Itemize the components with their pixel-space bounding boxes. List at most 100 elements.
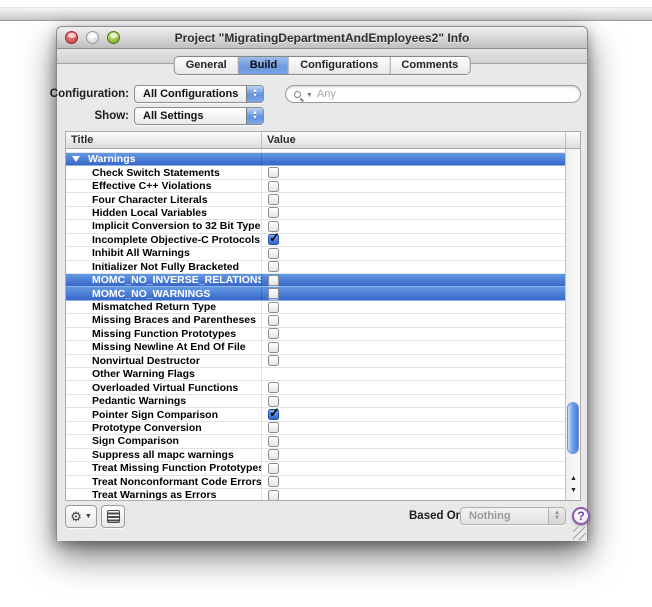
table-header: Title Value	[66, 132, 580, 149]
row-title: Warnings	[84, 153, 135, 165]
vertical-scrollbar[interactable]: ▲ ▼	[565, 149, 580, 500]
scroll-down-icon[interactable]: ▼	[566, 485, 581, 497]
table-row[interactable]: Missing Function Prototypes	[66, 328, 567, 341]
resize-grip[interactable]	[573, 527, 586, 540]
edit-settings-button[interactable]	[101, 505, 125, 528]
minimize-button[interactable]	[86, 31, 99, 44]
help-button[interactable]: ?	[572, 507, 590, 525]
checkbox-unchecked[interactable]	[268, 302, 279, 313]
window-title: Project "MigratingDepartmentAndEmployees…	[57, 31, 587, 45]
table-row[interactable]: Other Warning Flags	[66, 368, 567, 381]
tab-comments[interactable]: Comments	[390, 57, 469, 74]
table-row[interactable]: Treat Warnings as Errors	[66, 489, 567, 500]
group-row[interactable]: Warnings	[66, 153, 567, 166]
table-row[interactable]: Overloaded Virtual Functions	[66, 381, 567, 394]
row-title: Treat Nonconformant Code Errors ...	[66, 476, 262, 488]
table-row[interactable]: Effective C++ Violations	[66, 180, 567, 193]
table-row[interactable]: Check Switch Statements	[66, 166, 567, 179]
table-row[interactable]: Treat Missing Function Prototypes ...	[66, 462, 567, 475]
table-row[interactable]: Four Character Literals	[66, 193, 567, 206]
close-button[interactable]	[65, 31, 78, 44]
configuration-popup[interactable]: All Configurations ▲▼	[134, 85, 264, 103]
scroll-up-icon[interactable]: ▲	[566, 473, 581, 485]
row-title: Suppress all mapc warnings	[66, 449, 234, 461]
search-input[interactable]	[317, 88, 572, 100]
checkbox-unchecked[interactable]	[268, 288, 279, 299]
row-title: Missing Newline At End Of File	[66, 341, 246, 353]
checkbox-unchecked[interactable]	[268, 207, 279, 218]
checkbox-unchecked[interactable]	[268, 261, 279, 272]
row-title: Prototype Conversion	[66, 422, 202, 434]
table-row[interactable]: Inhibit All Warnings	[66, 247, 567, 260]
table-row[interactable]: Missing Newline At End Of File	[66, 341, 567, 354]
tab-build[interactable]: Build	[239, 57, 290, 74]
row-title: MOMC_NO_INVERSE_RELATIONSHIP...	[66, 274, 262, 286]
table-row[interactable]: Pointer Sign Comparison	[66, 408, 567, 421]
checkbox-checked[interactable]	[268, 409, 279, 420]
checkbox-unchecked[interactable]	[268, 328, 279, 339]
show-popup[interactable]: All Settings ▲▼	[134, 107, 264, 125]
column-header-title[interactable]: Title	[66, 132, 262, 148]
checkbox-checked[interactable]	[268, 234, 279, 245]
search-field[interactable]: ▼	[285, 85, 581, 103]
background-window-titlebar	[0, 7, 652, 21]
checkbox-unchecked[interactable]	[268, 275, 279, 286]
configuration-popup-value: All Configurations	[135, 86, 246, 102]
table-row[interactable]: Pedantic Warnings	[66, 395, 567, 408]
scrollbar-arrows: ▲ ▼	[566, 473, 581, 497]
row-title: Overloaded Virtual Functions	[66, 382, 238, 394]
checkbox-unchecked[interactable]	[268, 342, 279, 353]
disclosure-triangle-icon[interactable]	[72, 156, 80, 162]
table-row[interactable]: MOMC_NO_WARNINGS	[66, 287, 567, 300]
checkbox-unchecked[interactable]	[268, 382, 279, 393]
action-gear-button[interactable]: ⚙ ▼	[65, 505, 97, 528]
table-row[interactable]: Missing Braces and Parentheses	[66, 314, 567, 327]
tab-general[interactable]: General	[175, 57, 239, 74]
popup-arrows-icon: ▲▼	[246, 108, 263, 124]
table-row[interactable]: Suppress all mapc warnings	[66, 449, 567, 462]
column-header-value[interactable]: Value	[262, 132, 565, 148]
popup-arrows-icon: ▲▼	[246, 86, 263, 102]
window-titlebar[interactable]: Project "MigratingDepartmentAndEmployees…	[57, 27, 587, 49]
table-row[interactable]: Implicit Conversion to 32 Bit Type	[66, 220, 567, 233]
checkbox-unchecked[interactable]	[268, 194, 279, 205]
row-title: Check Switch Statements	[66, 167, 220, 179]
popup-arrows-icon: ▲▼	[548, 508, 565, 524]
checkbox-unchecked[interactable]	[268, 181, 279, 192]
table-row[interactable]: Sign Comparison	[66, 435, 567, 448]
checkbox-unchecked[interactable]	[268, 476, 279, 487]
table-row[interactable]: MOMC_NO_INVERSE_RELATIONSHIP...	[66, 274, 567, 287]
window-content: Configuration: All Configurations ▲▼ ▼ S…	[57, 64, 587, 541]
row-title: Incomplete Objective-C Protocols	[66, 234, 260, 246]
row-title: Missing Function Prototypes	[66, 328, 236, 340]
table-row[interactable]: Nonvirtual Destructor	[66, 355, 567, 368]
show-label: Show:	[17, 110, 129, 122]
checkbox-unchecked[interactable]	[268, 355, 279, 366]
checkbox-unchecked[interactable]	[268, 449, 279, 460]
search-menu-caret-icon[interactable]: ▼	[306, 92, 313, 99]
build-settings-table: Title Value Warnings Check Switch Statem…	[65, 131, 581, 501]
checkbox-unchecked[interactable]	[268, 463, 279, 474]
checkbox-unchecked[interactable]	[268, 167, 279, 178]
checkbox-unchecked[interactable]	[268, 436, 279, 447]
zoom-button[interactable]	[107, 31, 120, 44]
checkbox-unchecked[interactable]	[268, 422, 279, 433]
window-controls	[65, 31, 120, 44]
scrollbar-thumb[interactable]	[567, 402, 579, 454]
table-row[interactable]: Mismatched Return Type	[66, 301, 567, 314]
table-row[interactable]: Initializer Not Fully Bracketed	[66, 261, 567, 274]
table-row[interactable]: Incomplete Objective-C Protocols	[66, 234, 567, 247]
checkbox-unchecked[interactable]	[268, 315, 279, 326]
tab-configurations[interactable]: Configurations	[289, 57, 390, 74]
table-body: Warnings Check Switch Statements Effecti…	[66, 149, 567, 500]
based-on-popup: Nothing ▲▼	[460, 507, 566, 525]
table-row[interactable]: Hidden Local Variables	[66, 207, 567, 220]
table-row[interactable]: Prototype Conversion	[66, 422, 567, 435]
table-row[interactable]: Treat Nonconformant Code Errors ...	[66, 476, 567, 489]
row-title: Missing Braces and Parentheses	[66, 314, 256, 326]
row-title: Inhibit All Warnings	[66, 247, 190, 259]
checkbox-unchecked[interactable]	[268, 248, 279, 259]
row-title: Hidden Local Variables	[66, 207, 207, 219]
checkbox-unchecked[interactable]	[268, 490, 279, 500]
row-title: Pointer Sign Comparison	[66, 409, 218, 421]
